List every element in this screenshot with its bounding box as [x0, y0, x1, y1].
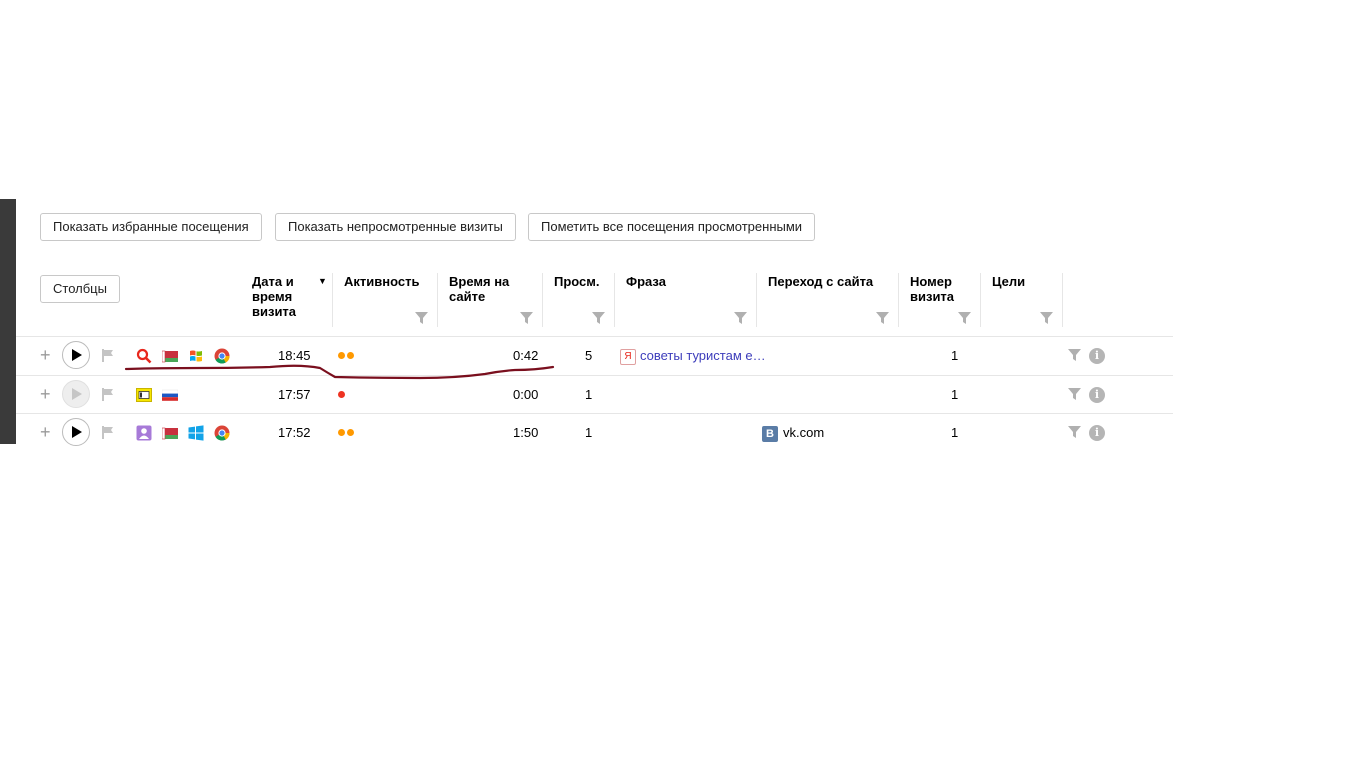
filter-icon[interactable]: [1068, 349, 1081, 361]
columns-button[interactable]: Столбцы: [40, 275, 120, 303]
belarus-flag-icon: [162, 427, 178, 440]
filter-icon[interactable]: [415, 312, 428, 324]
filter-icon[interactable]: [958, 312, 971, 324]
time-on-site: 0:42: [513, 348, 539, 363]
windows-xp-icon: [190, 350, 202, 362]
filter-icon[interactable]: [520, 312, 533, 324]
belarus-flag-icon: [162, 350, 178, 363]
info-icon[interactable]: i: [1089, 425, 1105, 441]
vk-icon: B: [762, 425, 778, 442]
russia-flag-icon: [162, 389, 178, 401]
play-icon: [72, 349, 82, 361]
time-on-site: 0:00: [513, 387, 539, 402]
expand-plus-icon[interactable]: +: [40, 385, 52, 403]
info-icon[interactable]: i: [1089, 348, 1105, 364]
play-icon: [72, 426, 82, 438]
page-views: 5: [585, 348, 593, 363]
visit-number: 1: [951, 387, 959, 402]
flag-icon[interactable]: [102, 426, 114, 439]
visit-number: 1: [951, 348, 959, 363]
chrome-icon: [214, 425, 230, 441]
time-on-site: 1:50: [513, 425, 539, 440]
header-phrase: Фраза: [615, 273, 757, 327]
visit-time: 17:52: [278, 425, 311, 440]
filter-icon[interactable]: [876, 312, 889, 324]
yandex-icon: Я: [620, 348, 636, 365]
flag-icon[interactable]: [102, 349, 114, 362]
show-unviewed-button[interactable]: Показать непросмотренные визиты: [275, 213, 516, 241]
filter-icon[interactable]: [1068, 426, 1081, 438]
mark-all-viewed-button[interactable]: Пометить все посещения просмотренными: [528, 213, 816, 241]
play-visit-button[interactable]: [62, 418, 90, 446]
header-views: Просм.: [543, 273, 615, 327]
page-views: 1: [585, 425, 593, 440]
show-favorites-button[interactable]: Показать избранные посещения: [40, 213, 262, 241]
expand-plus-icon[interactable]: +: [40, 423, 52, 441]
direct-entry-icon: [136, 388, 152, 402]
referrer-domain[interactable]: vk.com: [783, 425, 824, 440]
info-icon[interactable]: i: [1089, 387, 1105, 403]
visit-number: 1: [951, 425, 959, 440]
windows-icon: [188, 425, 204, 441]
play-visit-button[interactable]: [62, 380, 90, 408]
table-row: + 18:45 0:42 5 Ясоветы туристам е… 1 i: [16, 336, 1173, 375]
table-row: + 17:57 0:00 1 1 i: [16, 375, 1173, 414]
header-visit-number: Номер визита: [899, 273, 981, 327]
search-engine-icon: [136, 348, 152, 364]
flag-icon[interactable]: [102, 388, 114, 401]
sort-desc-icon[interactable]: ▼: [318, 276, 327, 286]
header-referrer: Переход с сайта: [757, 273, 899, 327]
filter-icon[interactable]: [592, 312, 605, 324]
left-sidebar-edge: [0, 199, 16, 444]
search-phrase-link[interactable]: советы туристам е…: [640, 348, 766, 363]
expand-plus-icon[interactable]: +: [40, 346, 52, 364]
page-views: 1: [585, 387, 593, 402]
table-row: + 17:52 1:50 1 Bvk.com 1 i: [16, 413, 1173, 452]
play-visit-button[interactable]: [62, 341, 90, 369]
referrer: Bvk.com: [762, 414, 824, 452]
visit-time: 17:57: [278, 387, 311, 402]
filter-icon[interactable]: [1040, 312, 1053, 324]
social-network-icon: [136, 425, 152, 441]
filter-icon[interactable]: [734, 312, 747, 324]
visit-time: 18:45: [278, 348, 311, 363]
filter-icon[interactable]: [1068, 388, 1081, 400]
chrome-icon: [214, 348, 230, 364]
header-activity: Активность: [333, 273, 438, 327]
activity-indicator: [338, 337, 356, 375]
header-time-on-site: Время на сайте: [438, 273, 543, 327]
activity-indicator: [338, 414, 356, 452]
search-phrase: Ясоветы туристам е…: [620, 337, 770, 375]
activity-indicator: [338, 376, 347, 414]
header-goals: Цели: [981, 273, 1063, 327]
play-icon: [72, 388, 82, 400]
